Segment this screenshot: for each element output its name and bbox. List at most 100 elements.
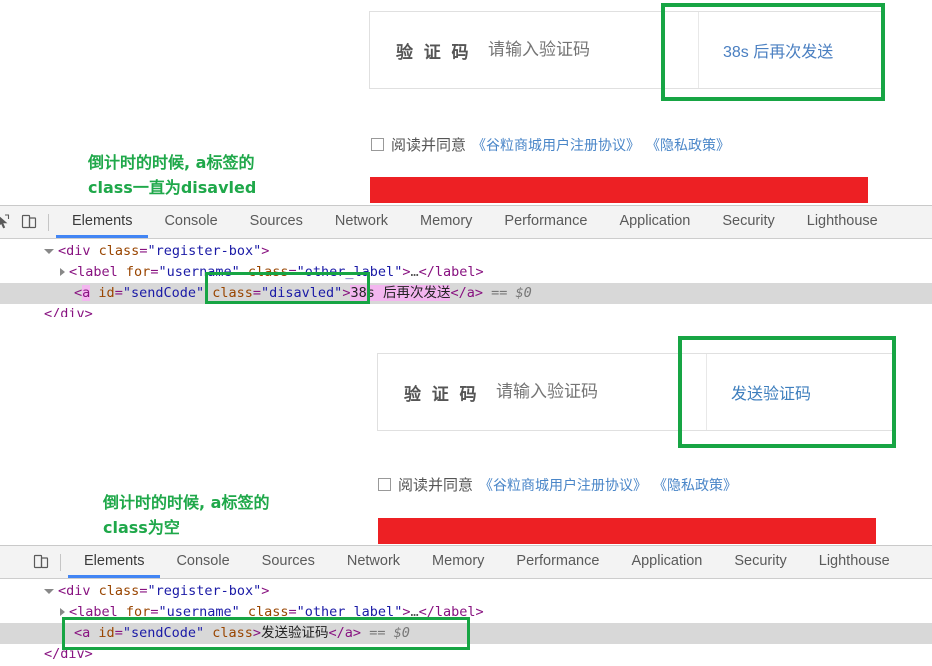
- attr-name: class: [98, 243, 140, 259]
- device-toolbar-icon[interactable]: [28, 550, 54, 574]
- punct: <: [69, 264, 78, 280]
- attr-name-id: id: [98, 625, 115, 641]
- attr-value-class: "other_label": [296, 264, 403, 280]
- punct: <: [58, 583, 67, 599]
- attr-value: "register-box": [147, 243, 262, 259]
- expand-triangle-icon[interactable]: [44, 588, 54, 594]
- tab-elements[interactable]: Elements: [56, 206, 149, 238]
- expand-triangle-icon[interactable]: [44, 248, 54, 254]
- dom-line-anchor-selected[interactable]: <a id="sendCode" class="disavled">38s 后再…: [0, 283, 932, 304]
- annotation-text-bottom: 倒计时的时候, a标签的 class为空: [103, 493, 270, 537]
- dom-text-node: 38s 后再次发送: [350, 285, 451, 301]
- devtools-tabs-bottom: Elements Console Sources Network Memory …: [68, 546, 906, 578]
- attr-name-class: class: [247, 604, 289, 620]
- agreement-row-top: 阅读并同意 《谷粒商城用户注册协议》 《隐私政策》: [371, 134, 730, 155]
- user-agreement-link[interactable]: 《谷粒商城用户注册协议》: [472, 135, 640, 155]
- tag-close: </a>: [328, 625, 362, 641]
- tab-memory[interactable]: Memory: [416, 546, 500, 578]
- attr-value-id: "sendCode": [122, 625, 205, 641]
- user-agreement-link[interactable]: 《谷粒商城用户注册协议》: [479, 475, 647, 495]
- tag-close: </div>: [44, 646, 93, 662]
- punct: <: [74, 625, 83, 641]
- submit-button-top[interactable]: [370, 177, 868, 203]
- tag-close: </div>: [44, 306, 93, 317]
- inspect-cursor-icon[interactable]: [0, 210, 16, 234]
- tab-application[interactable]: Application: [615, 546, 718, 578]
- tab-sources[interactable]: Sources: [234, 206, 319, 238]
- privacy-policy-link[interactable]: 《隐私政策》: [653, 475, 737, 495]
- dom-line-anchor-selected[interactable]: <a id="sendCode" class>发送验证码</a> == $0: [0, 623, 932, 644]
- punct: <: [74, 285, 83, 301]
- attr-value-class: "other_label": [296, 604, 403, 620]
- tab-console[interactable]: Console: [160, 546, 245, 578]
- punct-close: >: [261, 583, 270, 599]
- tab-performance[interactable]: Performance: [500, 546, 615, 578]
- collapse-triangle-icon[interactable]: [60, 268, 65, 276]
- attr-name-class: class: [247, 264, 289, 280]
- attr-name-class: class: [212, 625, 253, 641]
- tab-network[interactable]: Network: [331, 546, 416, 578]
- agreement-row-bottom: 阅读并同意 《谷粒商城用户注册协议》 《隐私政策》: [378, 474, 737, 495]
- agreement-checkbox[interactable]: [371, 138, 384, 151]
- devtools-toolbar-top: Elements Console Sources Network Memory …: [0, 206, 932, 239]
- dom-text-node: 发送验证码: [261, 625, 329, 641]
- punct: <: [58, 243, 67, 259]
- attr-value-class: "disavled": [261, 285, 343, 301]
- send-code-link[interactable]: 发送验证码: [731, 380, 811, 404]
- dom-tree-top: <div class="register-box"> <label for="u…: [0, 239, 932, 317]
- tab-performance[interactable]: Performance: [488, 206, 603, 238]
- tag-close: </label>: [418, 604, 484, 620]
- privacy-policy-link[interactable]: 《隐私政策》: [646, 135, 730, 155]
- attr-value-for: "username": [158, 604, 240, 620]
- tab-lighthouse[interactable]: Lighthouse: [803, 546, 906, 578]
- tag-name: div: [66, 583, 91, 599]
- verify-code-input[interactable]: [488, 40, 698, 60]
- attr-name-id: id: [98, 285, 115, 301]
- attr-value-for: "username": [158, 264, 240, 280]
- devtools-panel-bottom: Elements Console Sources Network Memory …: [0, 545, 932, 666]
- annotation-text-top: 倒计时的时候, a标签的 class一直为disavled: [88, 153, 257, 197]
- console-ref-marker: == $0: [369, 625, 410, 641]
- verify-code-input[interactable]: [496, 382, 706, 402]
- dom-tree-bottom: <div class="register-box"> <label for="u…: [0, 579, 932, 665]
- tag-close: </a>: [450, 285, 483, 301]
- tab-memory[interactable]: Memory: [404, 206, 488, 238]
- tab-network[interactable]: Network: [319, 206, 404, 238]
- agreement-label: 阅读并同意: [391, 137, 467, 154]
- tab-lighthouse[interactable]: Lighthouse: [791, 206, 894, 238]
- punct-close: >: [261, 243, 270, 259]
- tag-name: div: [66, 243, 91, 259]
- collapsed-ellipsis[interactable]: …: [410, 264, 418, 280]
- send-code-cell: 38s 后再次发送: [698, 12, 884, 88]
- toolbar-divider: [60, 553, 61, 571]
- tab-application[interactable]: Application: [603, 206, 706, 238]
- tab-elements[interactable]: Elements: [68, 546, 161, 578]
- tab-sources[interactable]: Sources: [246, 546, 331, 578]
- dom-line-label[interactable]: <label for="username" class="other_label…: [0, 602, 932, 623]
- dom-line-div-open[interactable]: <div class="register-box">: [0, 241, 932, 262]
- devtools-toolbar-bottom: Elements Console Sources Network Memory …: [0, 546, 932, 579]
- device-toolbar-icon[interactable]: [16, 210, 42, 234]
- collapsed-ellipsis[interactable]: …: [410, 604, 418, 620]
- attr-value: "register-box": [147, 583, 262, 599]
- tab-security[interactable]: Security: [718, 546, 802, 578]
- verify-code-label: 验 证 码: [404, 384, 480, 404]
- tag-name: label: [77, 604, 118, 620]
- dom-line-label[interactable]: <label for="username" class="other_label…: [0, 262, 932, 283]
- dom-line-div-close[interactable]: </div>: [0, 644, 932, 665]
- verify-code-label: 验 证 码: [396, 42, 472, 62]
- dom-line-div-open[interactable]: <div class="register-box">: [0, 581, 932, 602]
- dom-line-div-close[interactable]: </div>: [0, 304, 932, 317]
- tab-console[interactable]: Console: [148, 206, 233, 238]
- agreement-checkbox[interactable]: [378, 478, 391, 491]
- agreement-label: 阅读并同意: [398, 477, 474, 494]
- devtools-panel-top: Elements Console Sources Network Memory …: [0, 205, 932, 317]
- tab-security[interactable]: Security: [706, 206, 790, 238]
- verify-code-form-row-top: 验 证 码 38s 后再次发送: [369, 11, 885, 89]
- collapse-triangle-icon[interactable]: [60, 608, 65, 616]
- submit-button-bottom[interactable]: [378, 518, 876, 544]
- attr-name-for: for: [125, 604, 151, 620]
- tag-name: label: [77, 264, 118, 280]
- send-code-link[interactable]: 38s 后再次发送: [723, 38, 833, 62]
- console-ref-marker: == $0: [491, 285, 532, 301]
